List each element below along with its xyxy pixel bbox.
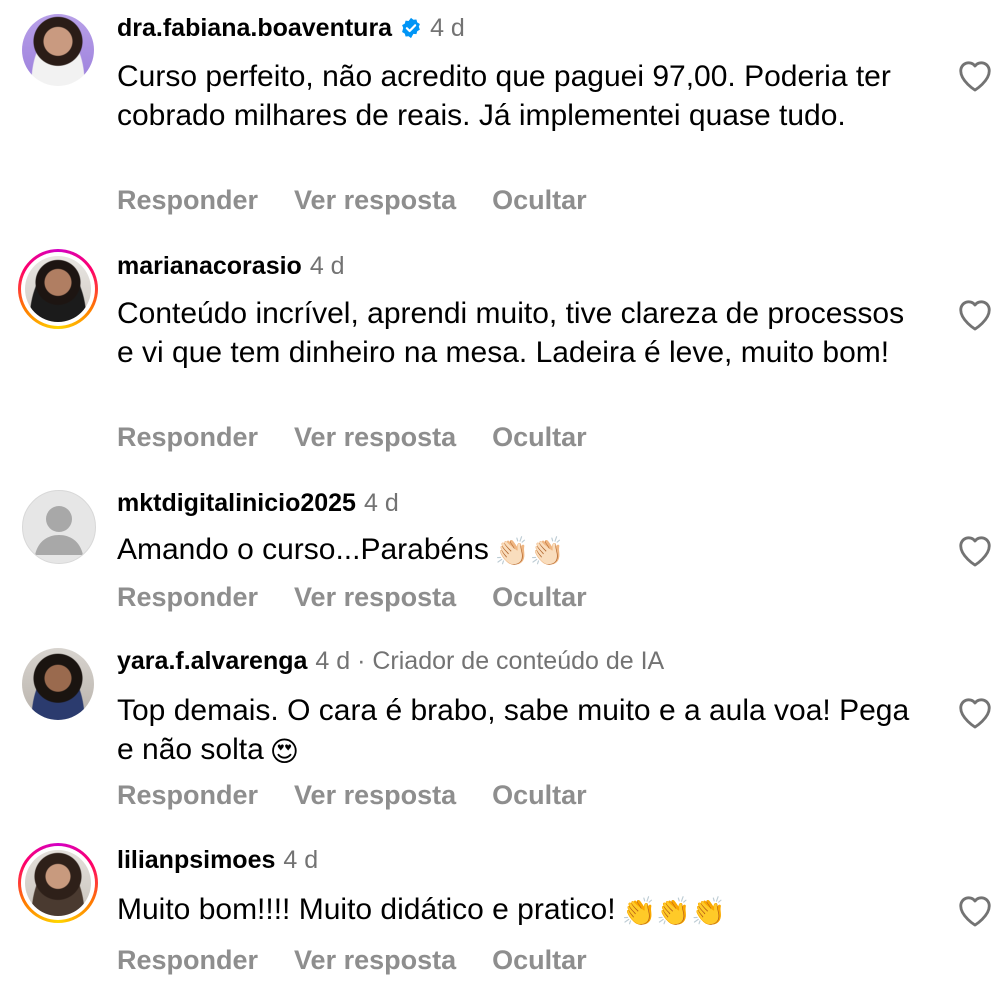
hide-button[interactable]: Ocultar bbox=[492, 185, 587, 215]
comment-body: Amando o curso...Parabéns 👏🏻👏🏻 bbox=[117, 530, 917, 571]
comment-time: 4 d bbox=[430, 14, 465, 42]
avatar[interactable] bbox=[18, 843, 98, 923]
comment-text: Muito bom!!!! Muito didático e pratico! bbox=[117, 893, 616, 926]
see-reply-button[interactable]: Ver resposta bbox=[294, 945, 456, 975]
comment-time: 4 d bbox=[363, 489, 399, 517]
hide-button[interactable]: Ocultar bbox=[492, 945, 587, 975]
comment-text: Amando o curso...Parabéns bbox=[117, 533, 489, 566]
see-reply-button[interactable]: Ver resposta bbox=[294, 582, 456, 612]
avatar-image bbox=[22, 648, 94, 720]
heart-outline-icon[interactable] bbox=[956, 57, 994, 93]
username[interactable]: dra.fabiana.boaventura bbox=[117, 14, 392, 42]
comment-time: 4 d · Criador de conteúdo de IA bbox=[315, 647, 665, 675]
reply-button[interactable]: Responder bbox=[117, 780, 258, 810]
hide-button[interactable]: Ocultar bbox=[492, 422, 587, 452]
avatar-image bbox=[22, 14, 94, 86]
comment-time: 4 d bbox=[283, 846, 319, 874]
comment-body: Muito bom!!!! Muito didático e pratico! 👏… bbox=[117, 890, 917, 931]
see-reply-button[interactable]: Ver resposta bbox=[294, 185, 456, 215]
reply-button[interactable]: Responder bbox=[117, 422, 258, 452]
avatar[interactable] bbox=[18, 644, 98, 724]
comment-time: 4 d bbox=[309, 252, 345, 280]
heart-outline-icon[interactable] bbox=[956, 694, 994, 730]
avatar[interactable] bbox=[18, 10, 98, 90]
verified-badge-icon bbox=[402, 17, 420, 39]
username[interactable]: lilianpsimoes bbox=[117, 846, 275, 874]
hide-button[interactable]: Ocultar bbox=[492, 780, 587, 810]
hide-button[interactable]: Ocultar bbox=[492, 582, 587, 612]
avatar[interactable] bbox=[18, 486, 98, 566]
reply-button[interactable]: Responder bbox=[117, 945, 258, 975]
see-reply-button[interactable]: Ver resposta bbox=[294, 780, 456, 810]
heart-outline-icon[interactable] bbox=[956, 532, 994, 568]
comment-text: Top demais. O cara é brabo, sabe muito e… bbox=[117, 694, 910, 766]
reply-button[interactable]: Responder bbox=[117, 582, 258, 612]
heart-outline-icon[interactable] bbox=[956, 296, 994, 332]
avatar-image bbox=[25, 256, 91, 322]
avatar[interactable] bbox=[18, 249, 98, 329]
comment-text: Curso perfeito, não acredito que paguei … bbox=[117, 60, 891, 132]
heart-eyes-emoji: 😍 bbox=[269, 736, 299, 767]
clap-emoji: 👏👏👏 bbox=[621, 896, 727, 927]
avatar-image bbox=[25, 850, 91, 916]
username[interactable]: yara.f.alvarenga bbox=[117, 647, 307, 675]
comment-body: Top demais. O cara é brabo, sabe muito e… bbox=[117, 691, 917, 771]
username[interactable]: mktdigitalinicio2025 bbox=[117, 489, 356, 517]
heart-outline-icon[interactable] bbox=[956, 892, 994, 928]
default-avatar-icon bbox=[22, 490, 96, 564]
clap-emoji: 👏🏻👏🏻 bbox=[494, 536, 565, 567]
username[interactable]: marianacorasio bbox=[117, 252, 302, 280]
see-reply-button[interactable]: Ver resposta bbox=[294, 422, 456, 452]
comment-text: Conteúdo incrível, aprendi muito, tive c… bbox=[117, 297, 905, 369]
reply-button[interactable]: Responder bbox=[117, 185, 258, 215]
